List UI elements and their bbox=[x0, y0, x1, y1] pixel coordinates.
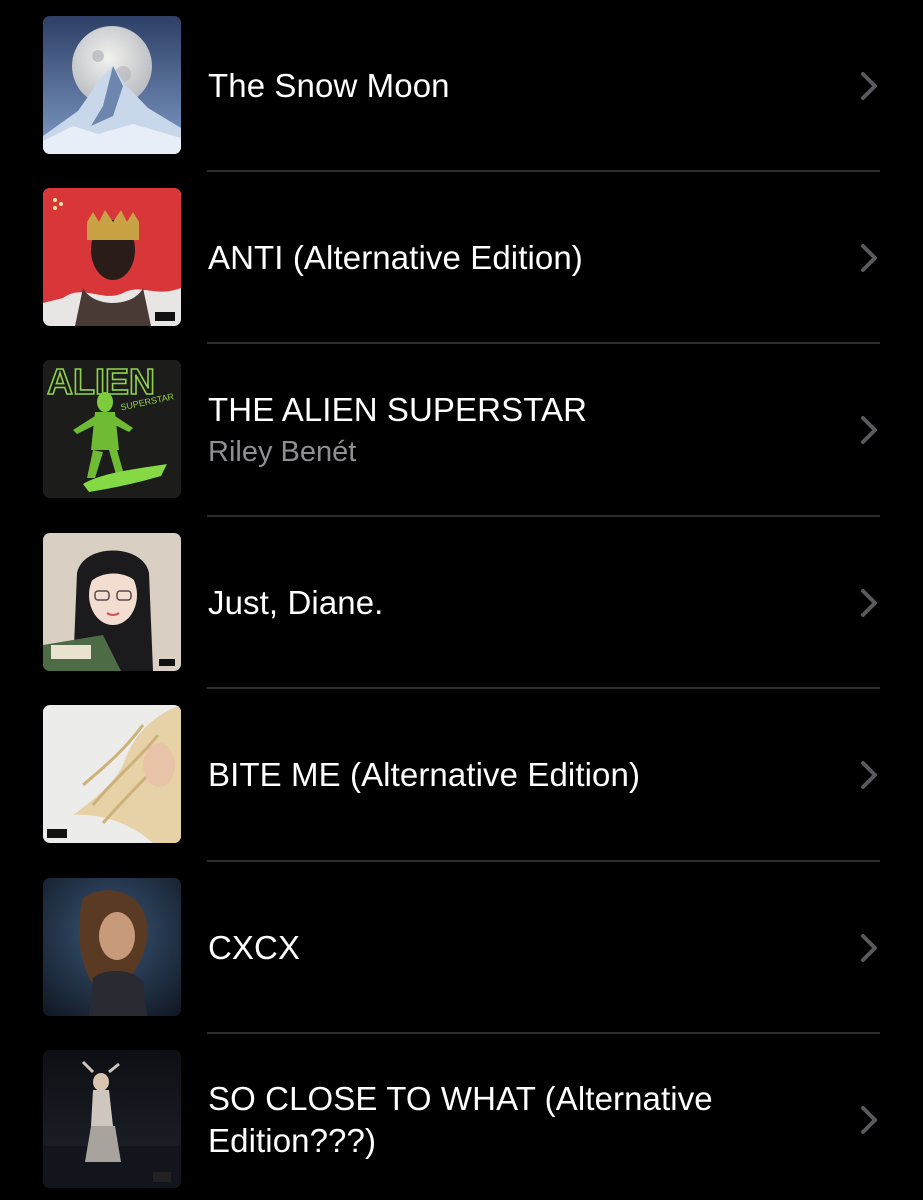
album-art-bite-me bbox=[43, 705, 181, 843]
album-title: The Snow Moon bbox=[208, 67, 450, 104]
album-row-bite-me[interactable]: BITE ME (Alternative Edition) bbox=[0, 689, 923, 861]
chevron-right-icon bbox=[859, 588, 879, 618]
album-title: THE ALIEN SUPERSTAR bbox=[208, 391, 588, 428]
chevron-right-icon bbox=[859, 243, 879, 273]
chevron-right-icon bbox=[859, 415, 879, 445]
album-title: BITE ME (Alternative Edition) bbox=[208, 756, 641, 793]
album-title: Just, Diane. bbox=[208, 584, 384, 621]
album-title: SO CLOSE TO WHAT (Alternative Edition???… bbox=[208, 1080, 713, 1159]
album-list: The Snow Moon ANTI (Alternative Edition) bbox=[0, 0, 923, 1200]
album-artist: Riley Benét bbox=[208, 436, 357, 468]
album-row-anti[interactable]: ANTI (Alternative Edition) bbox=[0, 172, 923, 344]
album-row-just-diane[interactable]: Just, Diane. bbox=[0, 517, 923, 689]
album-art-just-diane bbox=[43, 533, 181, 671]
chevron-right-icon bbox=[859, 71, 879, 101]
album-art-so-close-to-what bbox=[43, 1050, 181, 1188]
chevron-right-icon bbox=[859, 760, 879, 790]
album-title: ANTI (Alternative Edition) bbox=[208, 239, 583, 276]
album-art-alien-superstar: ALIEN SUPERSTAR bbox=[43, 360, 181, 498]
album-row-snow-moon[interactable]: The Snow Moon bbox=[0, 0, 923, 172]
chevron-right-icon bbox=[859, 933, 879, 963]
album-row-alien-superstar[interactable]: ALIEN SUPERSTAR THE ALIEN SUPERSTAR Rile… bbox=[0, 344, 923, 516]
album-art-anti bbox=[43, 188, 181, 326]
album-row-so-close-to-what[interactable]: SO CLOSE TO WHAT (Alternative Edition???… bbox=[0, 1034, 923, 1200]
album-title: CXCX bbox=[208, 929, 301, 966]
album-art-snow-moon bbox=[43, 16, 181, 154]
album-art-cxcx bbox=[43, 878, 181, 1016]
album-row-cxcx[interactable]: CXCX bbox=[0, 862, 923, 1034]
chevron-right-icon bbox=[859, 1105, 879, 1135]
